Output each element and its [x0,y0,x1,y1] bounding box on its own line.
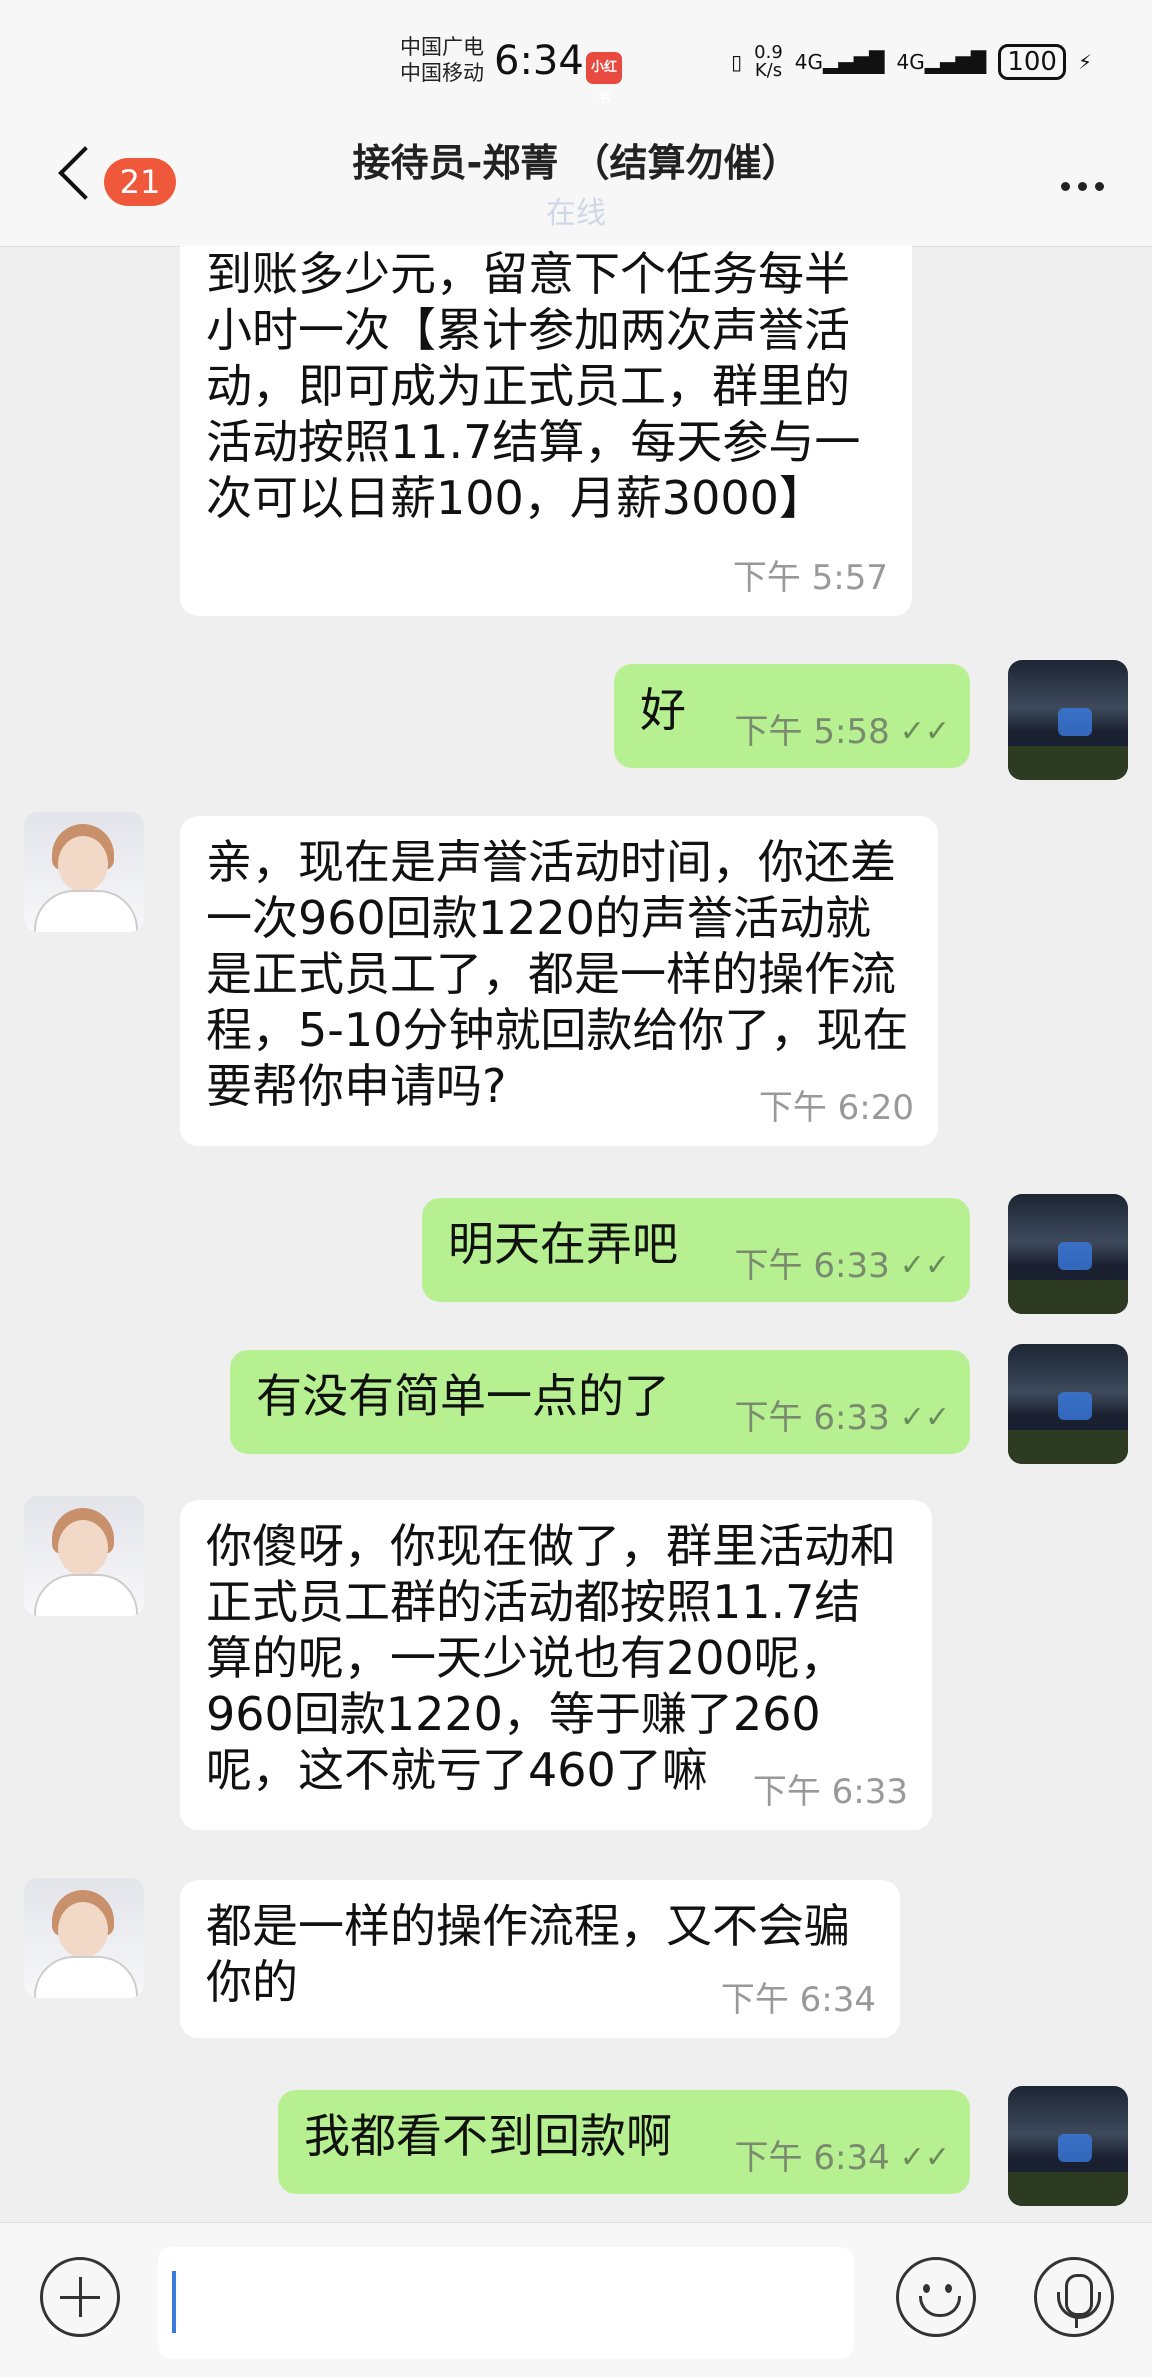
more-options-icon[interactable] [1061,182,1104,191]
message-time: 下午 5:57 [732,558,888,598]
charging-icon: ⚡ [1077,50,1092,74]
message-text: 亲，现在是声誉活动时间，你还差一次960回款1220的声誉活动就是正式员工了，都… [206,835,909,1113]
contact-avatar[interactable] [24,812,144,932]
status-indicators: ▯ 0.9 K/s 4G▂▄▆█ 4G▂▄▆█ 100 ⚡ [731,44,1092,80]
smile-icon[interactable] [896,2257,976,2337]
message-bubble-outgoing[interactable]: 好 下午 5:58 ✓✓ [614,664,970,768]
message-bubble-incoming[interactable]: 你傻呀，你现在做了，群里活动和正式员工群的活动都按照11.7结算的呢，一天少说也… [180,1500,932,1830]
my-avatar[interactable] [1008,1194,1128,1314]
read-check-icon: ✓✓ [899,2140,950,2175]
message-text: 到账多少元，留意下个任务每半小时一次【累计参加两次声誉活动，即可成为正式员工，群… [206,247,861,525]
signal-2-label: 4G [896,50,925,74]
time-label: 下午 5:58 [734,712,890,752]
signal-icon-1: 4G▂▄▆█ [794,50,885,74]
message-text: 你傻呀，你现在做了，群里活动和正式员工群的活动都按照11.7结算的呢，一天少说也… [206,1519,896,1797]
carrier-1: 中国广电 [400,35,484,59]
message-bubble-incoming[interactable]: 都是一样的操作流程，又不会骗你的 下午 6:34 [180,1880,900,2038]
time-label: 下午 6:33 [734,1246,890,1286]
my-avatar[interactable] [1008,1344,1128,1464]
message-bubble-outgoing[interactable]: 有没有简单一点的了 下午 6:33 ✓✓ [230,1350,970,1454]
message-time: 下午 5:58 ✓✓ [735,704,950,760]
message-time: 下午 6:33 [752,1772,908,1812]
chat-title: 接待员-郑菁 （结算勿催） [352,141,800,185]
message-bubble-incoming[interactable]: 亲，现在是声誉活动时间，你还差一次960回款1220的声誉活动就是正式员工了，都… [180,816,938,1146]
signal-icon-2: 4G▂▄▆█ [896,50,987,74]
net-speed-unit: K/s [754,60,783,81]
carrier-labels: 中国广电 中国移动 [400,34,484,86]
contact-avatar[interactable] [24,1496,144,1616]
time-label: 下午 6:34 [734,2138,890,2178]
read-check-icon: ✓✓ [899,714,950,749]
message-time: 下午 6:34 [720,1980,876,2020]
microphone-icon[interactable] [1034,2257,1114,2337]
text-cursor [172,2271,176,2333]
time-label: 下午 6:33 [734,1398,890,1438]
message-time: 下午 6:34 ✓✓ [735,2130,950,2186]
message-input[interactable] [158,2247,854,2359]
vibrate-icon: ▯ [731,50,743,74]
status-bar: 中国广电 中国移动 6:34 小红书 ▯ 0.9 K/s 4G▂▄▆█ 4G▂▄… [0,0,1152,130]
chat-header: 21 接待员-郑菁 （结算勿催） 在线 [0,130,1152,247]
message-bubble-incoming[interactable]: 到账多少元，留意下个任务每半小时一次【累计参加两次声誉活动，即可成为正式员工，群… [180,246,912,616]
signal-1-label: 4G [794,50,824,74]
net-speed: 0.9 K/s [754,44,783,80]
plus-circle-icon[interactable] [40,2257,120,2337]
read-check-icon: ✓✓ [899,1248,950,1283]
carrier-2: 中国移动 [400,61,484,85]
message-bubble-outgoing[interactable]: 我都看不到回款啊 下午 6:34 ✓✓ [278,2090,970,2194]
app-notification-icon: 小红书 [586,52,622,107]
message-bubble-outgoing[interactable]: 明天在弄吧 下午 6:33 ✓✓ [422,1198,970,1302]
input-bar [0,2222,1152,2377]
message-time: 下午 6:20 [758,1088,914,1128]
contact-avatar[interactable] [24,1878,144,1998]
message-time: 下午 6:33 ✓✓ [735,1390,950,1446]
message-time: 下午 6:33 ✓✓ [735,1238,950,1294]
online-status: 在线 [546,196,606,231]
status-clock: 6:34 [494,38,584,84]
battery-icon: 100 [998,44,1066,80]
my-avatar[interactable] [1008,660,1128,780]
my-avatar[interactable] [1008,2086,1128,2206]
read-check-icon: ✓✓ [899,1400,950,1435]
